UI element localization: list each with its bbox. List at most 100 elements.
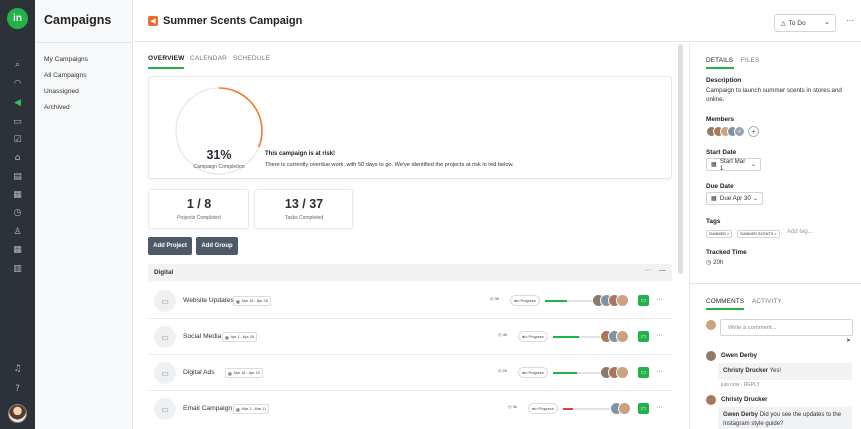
status-dropdown[interactable]: △ To Do ⌄ [774,14,836,32]
calendar-icon: ▦ [711,161,717,168]
activity-icon[interactable]: ◠ [11,77,24,90]
sidebar-item-archived[interactable]: Archived [44,104,70,111]
calendar-icon: ▦ [236,407,240,412]
project-row[interactable]: ▭ Digital Ads ▦ Mar 18 - Apr 19 ◷ 2h ● In… [148,355,672,391]
calendar-icon: ▦ [228,371,232,376]
member-avatar[interactable]: + [734,126,745,137]
project-progress-bar [563,408,611,410]
tasks-stat-card: 13 / 37 Tasks Completed [254,189,353,229]
row-more-icon[interactable]: ··· [656,296,663,303]
tab-overview[interactable]: OVERVIEW [148,55,185,62]
group-collapse-icon[interactable]: — [659,267,666,274]
project-time-label: 2h [502,368,508,373]
project-folder-icon[interactable]: ▭ [638,331,649,342]
project-time: ◷ 2h [498,368,507,373]
project-dates[interactable]: ▦ Mar 15 - Apr 26 [233,296,271,306]
project-status[interactable]: ● In Progress [518,367,548,378]
add-group-button[interactable]: Add Group [196,237,238,255]
people-icon[interactable]: ♙ [11,225,24,238]
project-dates[interactable]: ▦ Mar 1 - Mar 11 [233,404,270,414]
send-icon[interactable]: ➤ [846,337,851,344]
sidebar-item-unassigned[interactable]: Unassigned [44,88,79,95]
project-name[interactable]: Website Updates [183,297,234,304]
project-status[interactable]: ● In Progress [518,331,548,342]
inbox-icon[interactable]: ⌂ [11,151,24,164]
tracked-time-text: 20h [713,259,724,266]
group-more-icon[interactable]: ··· [644,267,651,274]
row-more-icon[interactable]: ··· [656,332,663,339]
completion-percent: 31% [206,148,232,162]
app-logo-icon[interactable]: in [7,8,28,29]
project-time-label: 4h [502,332,508,337]
commenter-avatar [706,395,716,405]
project-dates-label: Mar 1 - Mar 11 [241,407,267,411]
campaigns-sidebar: Campaigns My Campaigns All Campaigns Una… [35,0,133,429]
tab-schedule[interactable]: SCHEDULE [233,55,270,62]
tab-comments[interactable]: COMMENTS [706,298,744,305]
member-avatar[interactable] [618,402,631,415]
notifications-icon[interactable]: ♫ [11,362,24,375]
add-project-button[interactable]: Add Project [148,237,192,255]
row-more-icon[interactable]: ··· [656,368,663,375]
add-tag-input[interactable]: Add tag... [787,229,813,235]
tag-chip[interactable]: SUMMER SCENTS × [737,230,780,238]
table-icon[interactable]: ▦ [11,243,24,256]
project-name[interactable]: Digital Ads [183,369,215,376]
tab-activity[interactable]: ACTIVITY [752,298,782,305]
project-folder-icon[interactable]: ▭ [638,403,649,414]
reports-icon[interactable]: ▥ [11,262,24,275]
project-folder-icon[interactable]: ▭ [638,295,649,306]
comment-author: Christy Drucker [721,396,768,403]
search-icon[interactable]: ⌕ [11,58,24,71]
main-scrollbar[interactable] [678,44,683,274]
start-date-dropdown[interactable]: ▦ Start Mar 1 ⌄ [706,158,761,172]
overview-panel: OVERVIEW CALENDAR SCHEDULE 31% Campaign … [134,43,688,429]
description-text[interactable]: Campaign to launch summer scents in stor… [706,86,852,104]
user-avatar[interactable] [8,404,27,423]
tab-files[interactable]: FILES [741,57,760,64]
project-row[interactable]: ▭ Social Media ▦ Apr 1 - Apr 26 ◷ 4h ● In… [148,319,672,355]
time-icon[interactable]: ◷ [11,206,24,219]
tab-details[interactable]: DETAILS [706,57,733,64]
project-row[interactable]: ▭ Email Campaign ▦ Mar 1 - Mar 11 ◷ 3h ● … [148,391,672,427]
project-status-label: In Progress [516,298,536,303]
tasks-icon[interactable]: ☑ [11,133,24,146]
tag-chip[interactable]: SUMMER × [706,230,733,238]
project-time: ◷ 4h [498,332,507,337]
sidebar-item-my-campaigns[interactable]: My Campaigns [44,56,88,63]
member-avatar[interactable] [616,366,629,379]
project-dates[interactable]: ▦ Mar 18 - Apr 19 [225,368,263,378]
help-icon[interactable]: ? [11,382,24,395]
reply-link[interactable]: REPLY [744,382,760,388]
divider [690,283,861,284]
campaigns-icon[interactable]: ◀ [11,96,24,109]
project-time: ◷ 3h [508,404,517,409]
comment-mention[interactable]: Gwen Derby [723,412,758,418]
project-dates[interactable]: ▦ Apr 1 - Apr 26 [222,332,258,342]
chevron-down-icon: ⌄ [752,195,758,202]
folder-icon: ▭ [154,398,176,420]
member-avatar[interactable] [616,330,629,343]
calendar-icon[interactable]: ▦ [11,188,24,201]
tab-calendar[interactable]: CALENDAR [190,55,227,62]
row-more-icon[interactable]: ··· [656,404,663,411]
add-member-icon[interactable]: + [748,126,759,137]
project-name[interactable]: Social Media [183,333,221,340]
project-status[interactable]: ● In Progress [528,403,558,414]
group-header-digital[interactable]: Digital ··· — [148,264,672,281]
due-date-dropdown[interactable]: ▦ Due Apr 30 ⌄ [706,192,763,205]
project-folder-icon[interactable]: ▭ [638,367,649,378]
comment-input[interactable]: Write a comment... [720,319,853,336]
projects-completed-label: Projects Completed [177,215,221,221]
project-name[interactable]: Email Campaign [183,405,232,412]
member-avatar[interactable] [616,294,629,307]
more-options-icon[interactable]: ··· [846,16,854,25]
sidebar-item-all-campaigns[interactable]: All Campaigns [44,72,87,79]
projects-icon[interactable]: ▭ [11,115,24,128]
project-status[interactable]: ● In Progress [510,295,540,306]
project-row[interactable]: ▭ Website Updates ▦ Mar 15 - Apr 26 ◷ 3h … [148,283,672,319]
comment-author: Gwen Derby [721,352,758,359]
documents-icon[interactable]: ▤ [11,170,24,183]
comment-mention[interactable]: Christy Drucker [723,368,768,374]
project-progress-fill [563,408,573,410]
